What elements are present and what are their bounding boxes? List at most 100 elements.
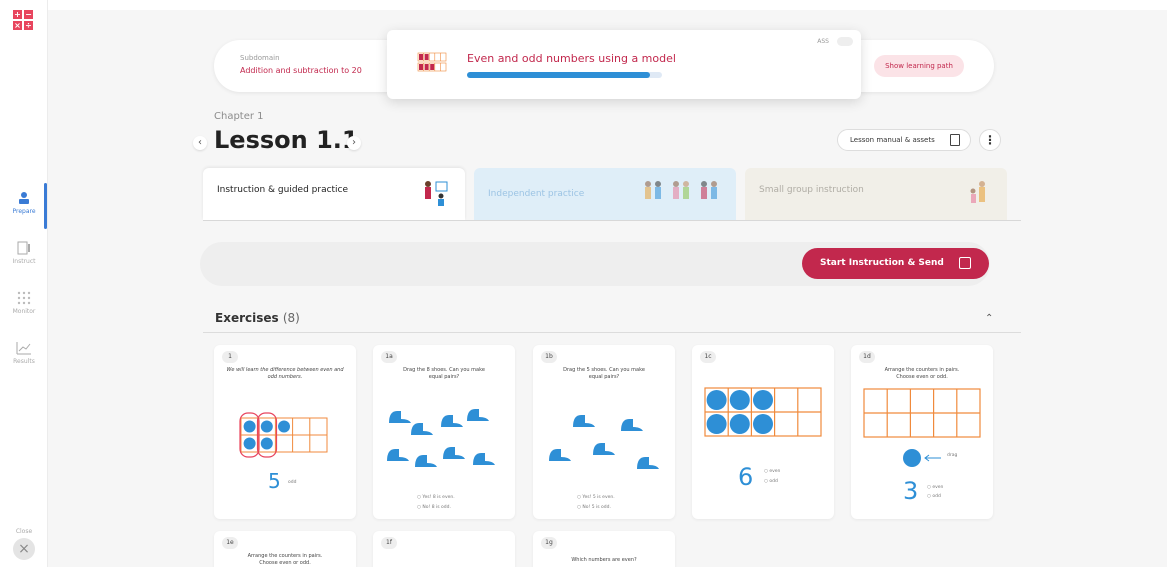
exercise-badge: 1f xyxy=(381,537,397,549)
lesson-code: ASS xyxy=(817,38,829,45)
answer-option[interactable]: ○ odd xyxy=(927,494,941,499)
exercise-card-1f[interactable]: 1f xyxy=(373,531,515,567)
rail-item-results[interactable]: Results xyxy=(0,340,48,365)
exercise-badge: 1d xyxy=(859,351,875,363)
monitor-icon xyxy=(17,291,31,305)
exercise-card-1d[interactable]: 1d Arrange the counters in pairs. Choose… xyxy=(851,345,993,519)
rail-item-label: Monitor xyxy=(12,308,36,315)
exercise-card-1[interactable]: 1 We will learn the difference between e… xyxy=(214,345,356,519)
students-group-icon xyxy=(645,181,717,199)
answer-number: 3 xyxy=(903,477,919,505)
prepare-icon xyxy=(19,192,29,204)
lesson-number: Lesson 1.1 xyxy=(214,126,359,154)
exercises-heading: Exercises (8) xyxy=(215,311,300,325)
exercise-badge: 1b xyxy=(541,351,557,363)
shoes-illustration xyxy=(387,409,495,467)
teacher-student-icon xyxy=(425,181,448,206)
close-area: Close × xyxy=(0,528,48,560)
ten-frame-illustration xyxy=(239,412,328,458)
exercise-card-1c[interactable]: 1c 6 ○ even ○ odd xyxy=(692,345,834,519)
answer-option[interactable]: ○ Yes! 8 is even. xyxy=(417,495,455,500)
rail-item-label: Instruct xyxy=(12,258,36,265)
close-button[interactable]: × xyxy=(13,538,35,560)
close-label: Close xyxy=(15,528,33,535)
tabs-divider xyxy=(203,220,1021,221)
answer-option: odd xyxy=(288,480,297,485)
subdomain-value: Addition and subtraction to 20 xyxy=(240,66,362,75)
exercise-card-1a[interactable]: 1a Drag the 8 shoes. Can you make equal … xyxy=(373,345,515,519)
small-group-icon xyxy=(970,181,985,203)
ten-frame-icon xyxy=(417,52,447,72)
exercise-badge: 1g xyxy=(541,537,557,549)
rail-item-label: Results xyxy=(13,358,35,365)
kebab-icon: ⋮ xyxy=(984,133,996,147)
exercise-prompt: Drag the 5 shoes. Can you make equal pai… xyxy=(563,367,645,380)
close-icon: × xyxy=(18,541,30,557)
exercise-badge: 1a xyxy=(381,351,397,363)
answer-option[interactable]: ○ even xyxy=(764,469,780,474)
exercises-count: (8) xyxy=(282,311,300,325)
lesson-title: Even and odd numbers using a model xyxy=(467,52,676,65)
send-button-label: Start Instruction & Send xyxy=(820,258,944,268)
counter-drag-icon[interactable] xyxy=(903,448,943,468)
tab-independent-practice[interactable]: Independent practice xyxy=(474,168,736,220)
exercise-prompt: Arrange the counters in pairs. Choose ev… xyxy=(884,367,960,380)
app-logo-icon: + − × ÷ xyxy=(13,10,33,30)
exercise-prompt: Arrange the counters in pairs. Choose ev… xyxy=(247,553,323,566)
exercise-prompt: We will learn the difference between eve… xyxy=(226,367,344,380)
lesson-manual-button[interactable]: Lesson manual & assets xyxy=(837,129,971,151)
subdomain-label: Subdomain xyxy=(240,54,280,62)
lesson-progress-bar xyxy=(467,72,662,78)
exercise-card-1b[interactable]: 1b Drag the 5 shoes. Can you make equal … xyxy=(533,345,675,519)
main-panel: Subdomain Addition and subtraction to 20… xyxy=(48,10,1167,567)
tab-label: Independent practice xyxy=(488,189,585,199)
left-rail: + − × ÷ Prepare Instruct Monitor Results Cl… xyxy=(0,0,48,567)
answer-option[interactable]: ○ odd xyxy=(764,479,778,484)
rail-item-label: Prepare xyxy=(12,208,36,215)
ten-frame-illustration xyxy=(863,388,981,438)
answer-option[interactable]: ○ No! 5 is odd. xyxy=(577,505,611,510)
rail-item-prepare[interactable]: Prepare xyxy=(0,190,48,215)
exercises-divider xyxy=(203,332,1021,333)
instruct-icon xyxy=(17,241,30,255)
exercises-title: Exercises xyxy=(215,311,279,325)
next-lesson-button[interactable]: › xyxy=(347,136,361,150)
tab-instruction[interactable]: Instruction & guided practice xyxy=(203,168,465,220)
chevron-up-icon: ⌃ xyxy=(985,313,994,324)
results-icon xyxy=(16,342,31,355)
rail-item-monitor[interactable]: Monitor xyxy=(0,290,48,315)
show-learning-path-button[interactable]: Show learning path xyxy=(874,55,964,77)
exercise-prompt: Drag the 8 shoes. Can you make equal pai… xyxy=(403,367,485,380)
chevron-right-icon: › xyxy=(352,137,356,148)
chevron-left-icon: ‹ xyxy=(198,137,202,148)
answer-option[interactable]: ○ Yes! 5 is even. xyxy=(577,495,615,500)
exercise-prompt: Which numbers are even? xyxy=(571,557,637,563)
exercise-card-1g[interactable]: 1g Which numbers are even? xyxy=(533,531,675,567)
drag-label: drag xyxy=(947,453,958,458)
collapse-exercises-button[interactable]: ⌃ xyxy=(985,313,993,324)
prev-lesson-button[interactable]: ‹ xyxy=(193,136,207,150)
more-options-button[interactable]: ⋮ xyxy=(979,129,1001,151)
answer-number: 6 xyxy=(738,463,754,491)
rail-item-instruct[interactable]: Instruct xyxy=(0,240,48,265)
lesson-manual-label: Lesson manual & assets xyxy=(850,136,935,144)
ten-frame-illustration xyxy=(704,387,822,437)
exercise-card-1e[interactable]: 1e Arrange the counters in pairs. Choose… xyxy=(214,531,356,567)
tab-label: Instruction & guided practice xyxy=(217,185,349,195)
lesson-progress-fill xyxy=(467,72,651,78)
exercise-badge: 1e xyxy=(222,537,238,549)
shoes-illustration xyxy=(549,415,659,469)
answer-option[interactable]: ○ even xyxy=(927,485,943,490)
send-icon xyxy=(959,257,971,269)
chapter-label: Chapter 1 xyxy=(214,111,264,122)
start-instruction-send-button[interactable]: Start Instruction & Send xyxy=(802,248,989,279)
exercise-badge: 1c xyxy=(700,351,716,363)
exercise-badge: 1 xyxy=(222,351,238,363)
answer-number: 5 xyxy=(268,469,281,493)
tab-label: Small group instruction xyxy=(759,185,864,195)
tab-small-group[interactable]: Small group instruction xyxy=(745,168,1007,220)
answer-option[interactable]: ○ No! 8 is odd. xyxy=(417,505,451,510)
document-icon xyxy=(950,134,960,146)
lesson-toggle[interactable] xyxy=(837,37,853,46)
lesson-progress-card: Even and odd numbers using a model ASS xyxy=(387,30,861,99)
